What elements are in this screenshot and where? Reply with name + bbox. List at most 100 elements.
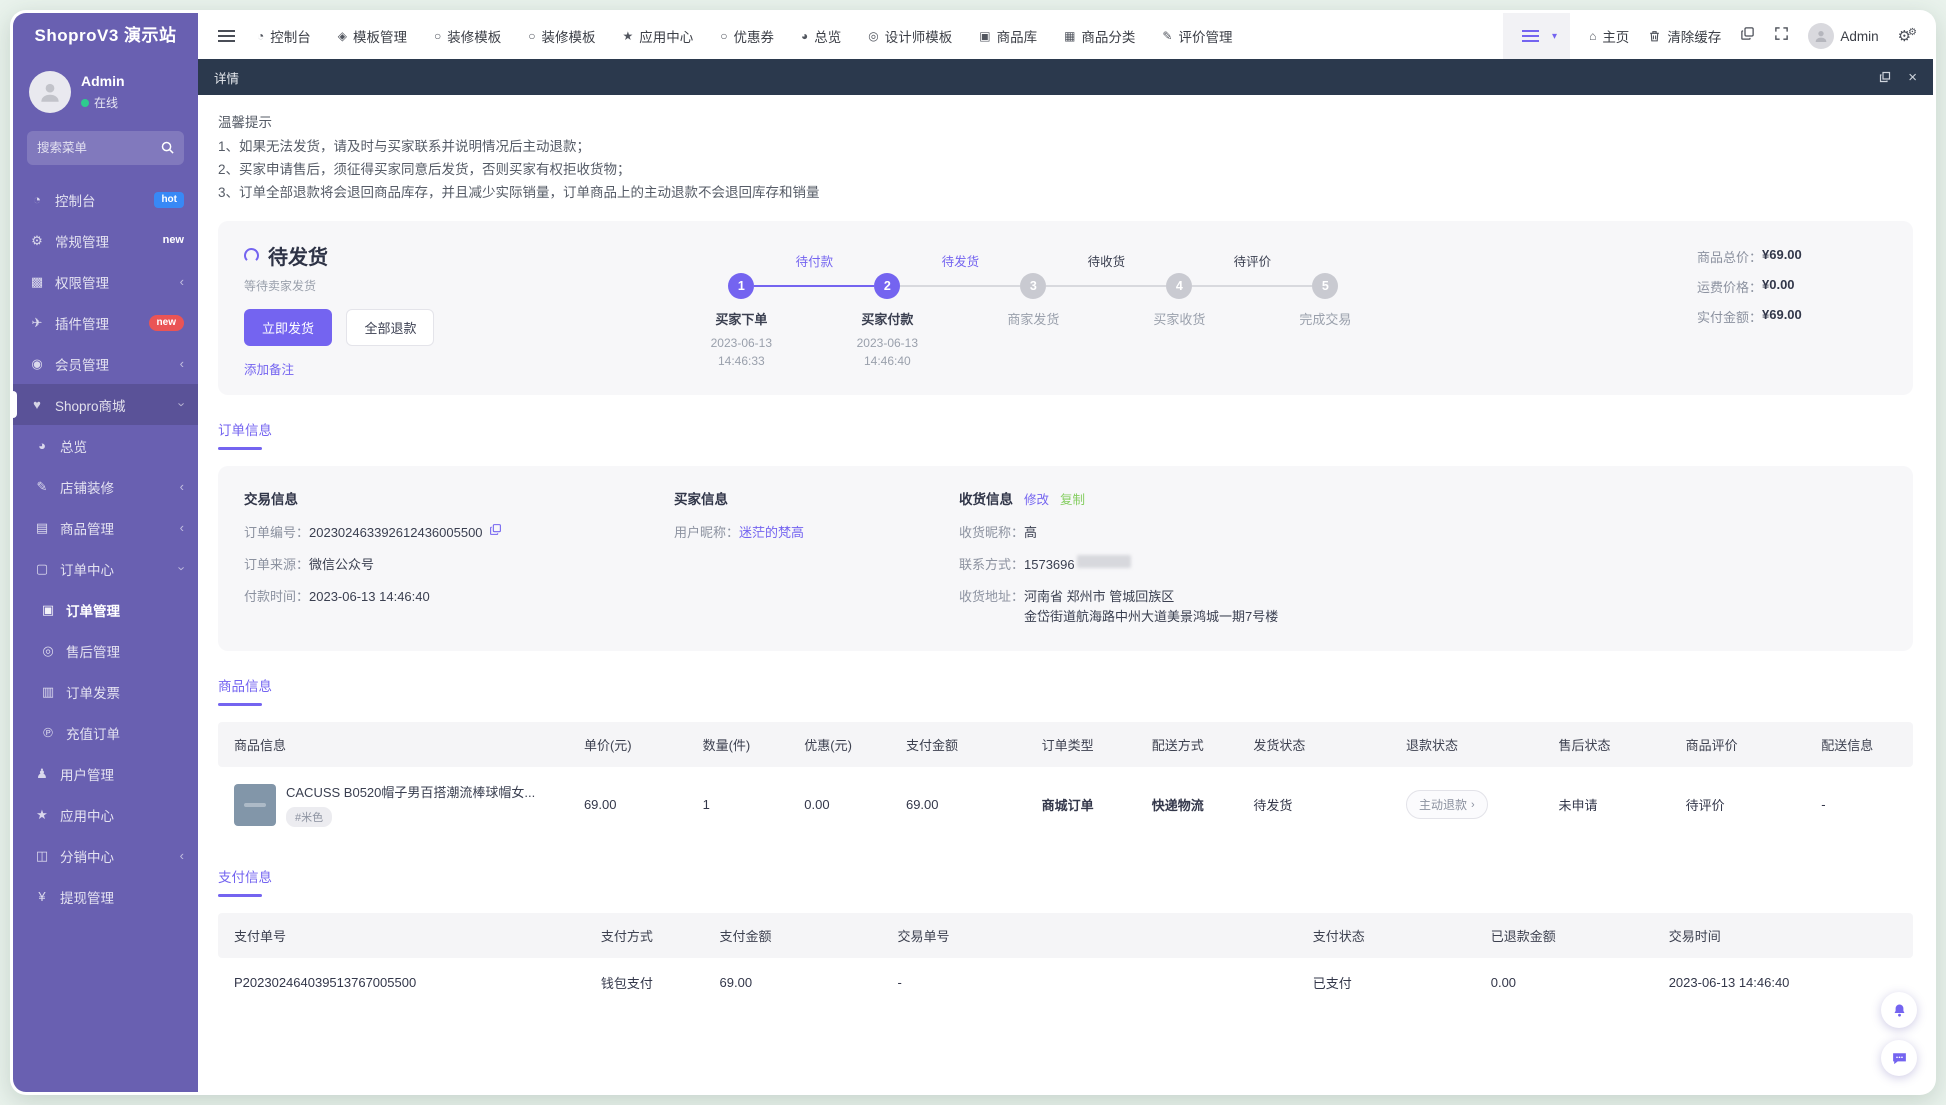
order-amounts: 商品总价： ¥69.00 运费价格： ¥0.00 实付金额： ¥69.00 xyxy=(1697,241,1887,379)
sidebar-item-order-manage[interactable]: ▣ 订单管理 xyxy=(13,589,198,630)
topnav-item-decorate-template-2[interactable]: ○ 装修模板 xyxy=(528,26,595,46)
trade-time: 2023-06-13 14:46:40 xyxy=(1668,975,1790,991)
sidebar-item-app-center[interactable]: ★ 应用中心 xyxy=(13,794,198,835)
buyer-nickname-link[interactable]: 迷茫的梵高 xyxy=(739,523,804,543)
trade-number: - xyxy=(897,975,902,991)
sidebar-item-shopro-mall[interactable]: ♥ Shopro商城 › xyxy=(13,384,198,425)
topnav-item-designer-template[interactable]: ◎ 设计师模板 xyxy=(868,26,952,46)
settings-gears-icon[interactable]: ⚙⚙ xyxy=(1898,27,1917,45)
edit-address-link[interactable]: 修改 xyxy=(1024,489,1049,508)
home-link[interactable]: ⌂ 主页 xyxy=(1589,26,1629,46)
add-note-link[interactable]: 添加备注 xyxy=(244,359,294,378)
topnav-item-app-center[interactable]: ★ 应用中心 xyxy=(622,26,693,46)
window-restore-icon[interactable] xyxy=(1879,71,1891,83)
template-icon: ◈ xyxy=(337,29,347,43)
sidebar-item-overview[interactable]: ◕ 总览 xyxy=(13,425,198,466)
gears-icon: ⚙ xyxy=(31,232,43,248)
copy-icon[interactable] xyxy=(489,523,502,536)
person-icon xyxy=(1815,31,1827,42)
terminal-button[interactable] xyxy=(1740,26,1755,46)
quantity: 1 xyxy=(702,797,710,813)
step-name-block: 买家付款 2023-06-13 14:46:40 xyxy=(856,311,919,368)
chevron-left-icon: ‹ xyxy=(179,848,184,863)
tab-detail[interactable]: 详情 xyxy=(214,68,239,87)
sidebar-item-invoice[interactable]: ▥ 订单发票 xyxy=(13,671,198,712)
topnav-item-goods-category[interactable]: ▦ 商品分类 xyxy=(1064,26,1135,46)
topnav-item-decorate-template-1[interactable]: ○ 装修模板 xyxy=(434,26,501,46)
sidebar-item-permissions[interactable]: ▩ 权限管理 ‹ xyxy=(13,261,198,302)
pending-spinner-icon xyxy=(244,247,259,263)
user-avatar xyxy=(1808,23,1835,49)
phase-label: 待发货 xyxy=(941,254,980,269)
sidebar-item-dashboard[interactable]: ◔ 控制台 hot xyxy=(13,179,198,220)
order-status-title: 待发货 xyxy=(268,246,328,269)
tab-product-info[interactable]: 商品信息 xyxy=(218,675,272,707)
recharge-icon: ℗ xyxy=(43,725,53,740)
payment-table-header: 支付单号 支付方式 支付金额 交易单号 支付状态 已退款金额 交易时间 xyxy=(218,913,1913,959)
tips-block: 温馨提示 1、如果无法发货，请及时与买家联系并说明情况后主动退款； 2、买家申请… xyxy=(218,111,1913,205)
order-status-card: 待发货 等待卖家发货 立即发货 全部退款 添加备注 待付款 待发货 待收货 待评… xyxy=(218,220,1913,395)
notification-fab[interactable] xyxy=(1881,992,1917,1028)
new-badge: new xyxy=(148,314,184,331)
sidebar-item-user-manage[interactable]: ♟ 用户管理 xyxy=(13,753,198,794)
product-table-header: 商品信息 单价(元) 数量(件) 优惠(元) 支付金额 订单类型 配送方式 发货… xyxy=(218,722,1913,768)
ship-now-button[interactable]: 立即发货 xyxy=(244,308,333,346)
clear-cache-button[interactable]: 清除缓存 xyxy=(1648,26,1721,46)
copy-address-link[interactable]: 复制 xyxy=(1060,489,1085,508)
app-center-icon: ★ xyxy=(36,806,48,822)
sku-tag: #米色 xyxy=(286,807,333,828)
topnav-item-goods-library[interactable]: ▣ 商品库 xyxy=(979,26,1037,46)
close-icon[interactable]: × xyxy=(1908,70,1917,85)
tab-bar: 详情 × xyxy=(198,59,1933,95)
tab-payment-info[interactable]: 支付信息 xyxy=(218,866,272,898)
sidebar-item-members[interactable]: ◉ 会员管理 ‹ xyxy=(13,343,198,384)
sidebar-item-goods-manage[interactable]: ▤ 商品管理 ‹ xyxy=(13,507,198,548)
sidebar-toggle-icon[interactable] xyxy=(218,30,235,42)
user-menu[interactable]: Admin xyxy=(1808,23,1879,49)
aftersale-status: 未申请 xyxy=(1558,798,1598,814)
topnav-item-coupon[interactable]: ○ 优惠券 xyxy=(720,26,774,46)
sidebar-item-general[interactable]: ⚙ 常规管理 new xyxy=(13,220,198,261)
payment-status: 已支付 xyxy=(1312,976,1352,992)
chat-icon xyxy=(1892,1052,1906,1064)
order-type: 商城订单 xyxy=(1041,798,1094,814)
sidebar-item-plugins[interactable]: ✈ 插件管理 new xyxy=(13,302,198,343)
pay-amount: 69.00 xyxy=(905,797,939,813)
amount-value: ¥69.00 xyxy=(1762,306,1802,322)
nav-menu-dropdown[interactable]: ▾ xyxy=(1503,13,1571,59)
tab-order-info[interactable]: 订单信息 xyxy=(218,419,272,450)
refund-all-button[interactable]: 全部退款 xyxy=(346,308,435,346)
tips-line: 3、订单全部退款将会退回商品库存，并且减少实际销量，订单商品上的主动退款不会退回… xyxy=(218,185,820,201)
topnav-item-console[interactable]: ◔ 控制台 xyxy=(257,26,311,46)
tips-line: 2、买家申请售后，须征得买家同意后发货，否则买家有权拒收货物； xyxy=(218,162,631,178)
order-status-subtitle: 等待卖家发货 xyxy=(244,278,317,293)
step-name-block: 买家下单 2023-06-13 14:46:33 xyxy=(710,311,773,368)
product-name[interactable]: CACUSS B0520帽子男百搭潮流棒球帽女... xyxy=(286,782,535,801)
step-connector xyxy=(1046,284,1167,287)
decorate-icon: ✎ xyxy=(36,478,48,494)
refund-status-badge[interactable]: 主动退款 › xyxy=(1405,790,1488,820)
chevron-left-icon: ‹ xyxy=(179,356,184,371)
topnav-item-overview[interactable]: ◕ 总览 xyxy=(801,26,841,46)
sidebar-item-withdraw[interactable]: ¥ 提现管理 xyxy=(13,876,198,917)
fullscreen-button[interactable] xyxy=(1774,26,1789,46)
order-detail-content: 温馨提示 1、如果无法发货，请及时与买家联系并说明情况后主动退款； 2、买家申请… xyxy=(198,95,1933,1092)
app-window: ShoproV3 演示站 Admin 在线 ◔ 控制台 hot xyxy=(10,10,1936,1095)
sidebar-item-recharge[interactable]: ℗ 充值订单 xyxy=(13,712,198,753)
refunded-amount: 0.00 xyxy=(1490,975,1517,991)
sidebar-item-order-center[interactable]: ▢ 订单中心 › xyxy=(13,548,198,589)
step-name-block: 商家发货 xyxy=(1007,311,1060,327)
product-thumbnail[interactable] xyxy=(234,783,276,826)
globe-icon: ◎ xyxy=(868,29,879,43)
chat-fab[interactable] xyxy=(1881,1040,1917,1076)
trade-info-title: 交易信息 xyxy=(244,491,298,507)
amount-value: ¥69.00 xyxy=(1762,246,1802,262)
sidebar-item-distribution[interactable]: ◫ 分销中心 ‹ xyxy=(13,835,198,876)
step-circle: 1 xyxy=(728,272,755,299)
sidebar-item-aftersale[interactable]: ◎ 售后管理 xyxy=(13,630,198,671)
sidebar-item-shop-decorate[interactable]: ✎ 店铺装修 ‹ xyxy=(13,466,198,507)
topnav-item-template-manage[interactable]: ◈ 模板管理 xyxy=(338,26,407,46)
topnav-item-review-manage[interactable]: ✎ 评价管理 xyxy=(1162,26,1232,46)
order-number: 202302463392612436005500 xyxy=(309,524,483,540)
order-source: 微信公众号 xyxy=(309,556,375,572)
